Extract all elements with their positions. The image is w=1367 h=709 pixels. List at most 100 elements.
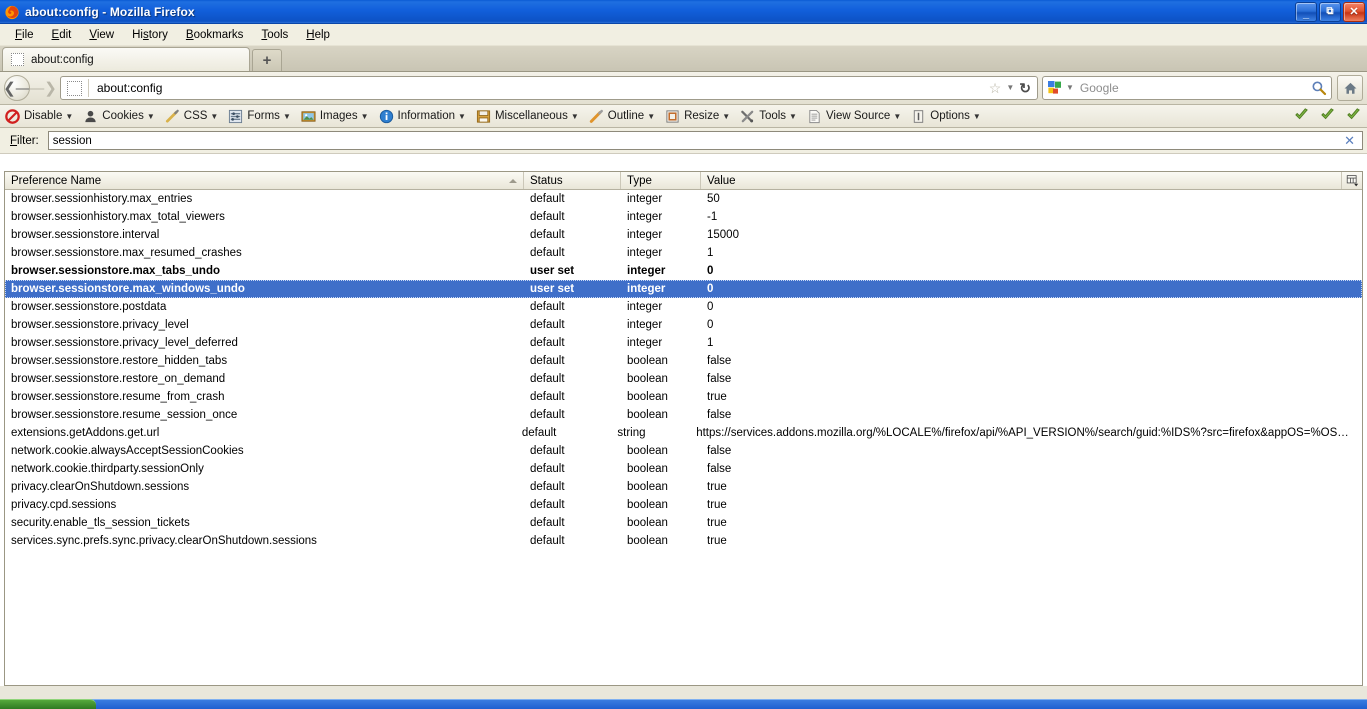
table-row[interactable]: browser.sessionstore.postdata default inte… — [5, 298, 1362, 316]
minimize-button[interactable]: _ — [1295, 2, 1317, 22]
table-row[interactable]: privacy.cpd.sessions default boolean true — [5, 496, 1362, 514]
table-row[interactable]: browser.sessionstore.restore_on_demand de… — [5, 370, 1362, 388]
menu-view[interactable]: View — [80, 27, 123, 43]
devbar-label: CSS — [183, 110, 208, 122]
table-row[interactable]: browser.sessionstore.privacy_level defaul… — [5, 316, 1362, 334]
back-button[interactable]: ❮— — [3, 75, 31, 101]
reload-icon[interactable]: ↻ — [1019, 81, 1031, 95]
menu-history[interactable]: History — [123, 27, 177, 43]
devbar-item-disable[interactable]: Disable ▼ — [5, 108, 73, 124]
menu-bookmarks[interactable]: Bookmarks — [177, 27, 253, 43]
minimize-icon: _ — [1302, 8, 1310, 20]
images-icon — [301, 109, 316, 124]
devbar-item-forms[interactable]: Forms ▼ — [228, 109, 291, 124]
table-row[interactable]: browser.sessionstore.max_resumed_crashes… — [5, 244, 1362, 262]
table-row[interactable]: browser.sessionstore.privacy_level_defer… — [5, 334, 1362, 352]
google-icon[interactable] — [1047, 80, 1063, 96]
new-tab-button[interactable]: + — [252, 49, 282, 71]
column-header-preference-name[interactable]: Preference Name — [5, 172, 524, 189]
cell-value: 0 — [707, 319, 714, 331]
start-button[interactable] — [0, 699, 96, 709]
devbar-item-view-source[interactable]: View Source ▼ — [807, 109, 901, 124]
devbar-item-images[interactable]: Images ▼ — [301, 109, 369, 124]
devbar-item-information[interactable]: Information ▼ — [379, 109, 466, 124]
forward-arrow-icon: —❯ — [29, 79, 57, 97]
tab-about-config[interactable]: about:config — [2, 47, 250, 71]
table-row[interactable]: network.cookie.alwaysAcceptSessionCookie… — [5, 442, 1362, 460]
menu-file[interactable]: File — [6, 27, 43, 43]
table-row[interactable]: browser.sessionstore.max_windows_undo use… — [5, 280, 1362, 298]
devbar-item-outline[interactable]: Outline ▼ — [589, 109, 655, 124]
table-row[interactable]: network.cookie.thirdparty.sessionOnly def… — [5, 460, 1362, 478]
devbar-item-css[interactable]: CSS ▼ — [165, 109, 219, 124]
table-row[interactable]: browser.sessionstore.interval default inte… — [5, 226, 1362, 244]
firefox-icon — [4, 4, 20, 20]
site-identity-icon[interactable] — [67, 80, 82, 96]
clear-filter-icon[interactable]: ✕ — [1341, 134, 1358, 147]
search-engine-chevron-icon[interactable]: ▼ — [1066, 84, 1074, 92]
menu-tools[interactable]: Tools — [252, 27, 297, 43]
chevron-down-icon: ▼ — [360, 111, 369, 121]
cell-status: default — [530, 445, 565, 457]
cell-value: false — [707, 445, 732, 457]
devbar-item-resize[interactable]: Resize ▼ — [665, 109, 730, 124]
devbar-item-options[interactable]: Options ▼ — [911, 109, 981, 124]
cell-status: default — [530, 337, 565, 349]
close-button[interactable]: ✕ — [1343, 2, 1365, 22]
table-row[interactable]: browser.sessionstore.restore_hidden_tabs… — [5, 352, 1362, 370]
devbar-item-miscellaneous[interactable]: Miscellaneous ▼ — [476, 109, 579, 124]
check-icon[interactable] — [1294, 107, 1309, 127]
table-row[interactable]: browser.sessionstore.max_tabs_undo user s… — [5, 262, 1362, 280]
filter-bar: Filter: session ✕ — [0, 128, 1367, 154]
home-button[interactable] — [1337, 75, 1363, 101]
chevron-down-icon: ▼ — [210, 111, 219, 121]
back-arrow-icon: ❮— — [3, 79, 31, 97]
close-icon: ✕ — [1349, 5, 1359, 18]
cell-name: extensions.getAddons.get.url — [11, 427, 160, 439]
check-icon[interactable] — [1346, 107, 1361, 127]
tab-label: about:config — [31, 53, 94, 66]
cell-value: 1 — [707, 337, 714, 349]
table-body: browser.sessionhistory.max_entries defaul… — [5, 190, 1362, 685]
cell-type: boolean — [627, 409, 668, 421]
devbar-item-tools[interactable]: Tools ▼ — [740, 109, 797, 124]
filter-input[interactable]: session ✕ — [47, 131, 1363, 150]
table-row[interactable]: security.enable_tls_session_tickets defau… — [5, 514, 1362, 532]
url-input[interactable]: about:config — [97, 81, 989, 95]
cell-name: browser.sessionstore.restore_hidden_tabs — [11, 355, 228, 367]
table-row[interactable]: extensions.getAddons.get.url default strin… — [5, 424, 1362, 442]
column-picker-icon[interactable] — [1341, 172, 1362, 189]
table-row[interactable]: browser.sessionhistory.max_total_viewers… — [5, 208, 1362, 226]
column-label: Preference Name — [11, 174, 102, 187]
cell-name: browser.sessionstore.privacy_level — [11, 319, 189, 331]
devbar-label: Miscellaneous — [494, 110, 568, 122]
chevron-down-icon[interactable]: ▼ — [1006, 84, 1014, 92]
cell-value: -1 — [707, 211, 718, 223]
table-row[interactable]: browser.sessionhistory.max_entries defaul… — [5, 190, 1362, 208]
table-row[interactable]: privacy.clearOnShutdown.sessions default b… — [5, 478, 1362, 496]
url-separator — [88, 79, 89, 97]
magnifier-icon[interactable] — [1311, 80, 1327, 96]
cell-name: browser.sessionstore.postdata — [11, 301, 167, 313]
column-header-type[interactable]: Type — [621, 172, 701, 189]
sort-ascending-icon — [509, 178, 517, 183]
chevron-down-icon: ▼ — [146, 111, 155, 121]
search-bar[interactable]: ▼ Google — [1042, 76, 1332, 100]
menu-edit[interactable]: Edit — [43, 27, 81, 43]
forward-button[interactable]: —❯ — [29, 76, 57, 100]
cell-type: integer — [627, 319, 663, 331]
cell-name: browser.sessionstore.max_windows_undo — [11, 283, 245, 295]
search-input[interactable]: Google — [1080, 81, 1311, 95]
table-row[interactable]: browser.sessionstore.resume_session_once… — [5, 406, 1362, 424]
check-icon[interactable] — [1320, 107, 1335, 127]
star-icon[interactable]: ☆ — [989, 81, 1002, 95]
devbar-item-cookies[interactable]: Cookies ▼ — [83, 109, 155, 124]
table-row[interactable]: browser.sessionstore.resume_from_crash de… — [5, 388, 1362, 406]
devbar-label: Forms — [247, 110, 280, 122]
column-header-status[interactable]: Status — [524, 172, 621, 189]
menu-help[interactable]: Help — [297, 27, 339, 43]
url-bar[interactable]: about:config ☆ ▼ ↻ — [60, 76, 1038, 100]
restore-button[interactable]: ⧉ — [1319, 2, 1341, 22]
table-row[interactable]: services.sync.prefs.sync.privacy.clearOn… — [5, 532, 1362, 550]
column-header-value[interactable]: Value — [701, 172, 1341, 189]
